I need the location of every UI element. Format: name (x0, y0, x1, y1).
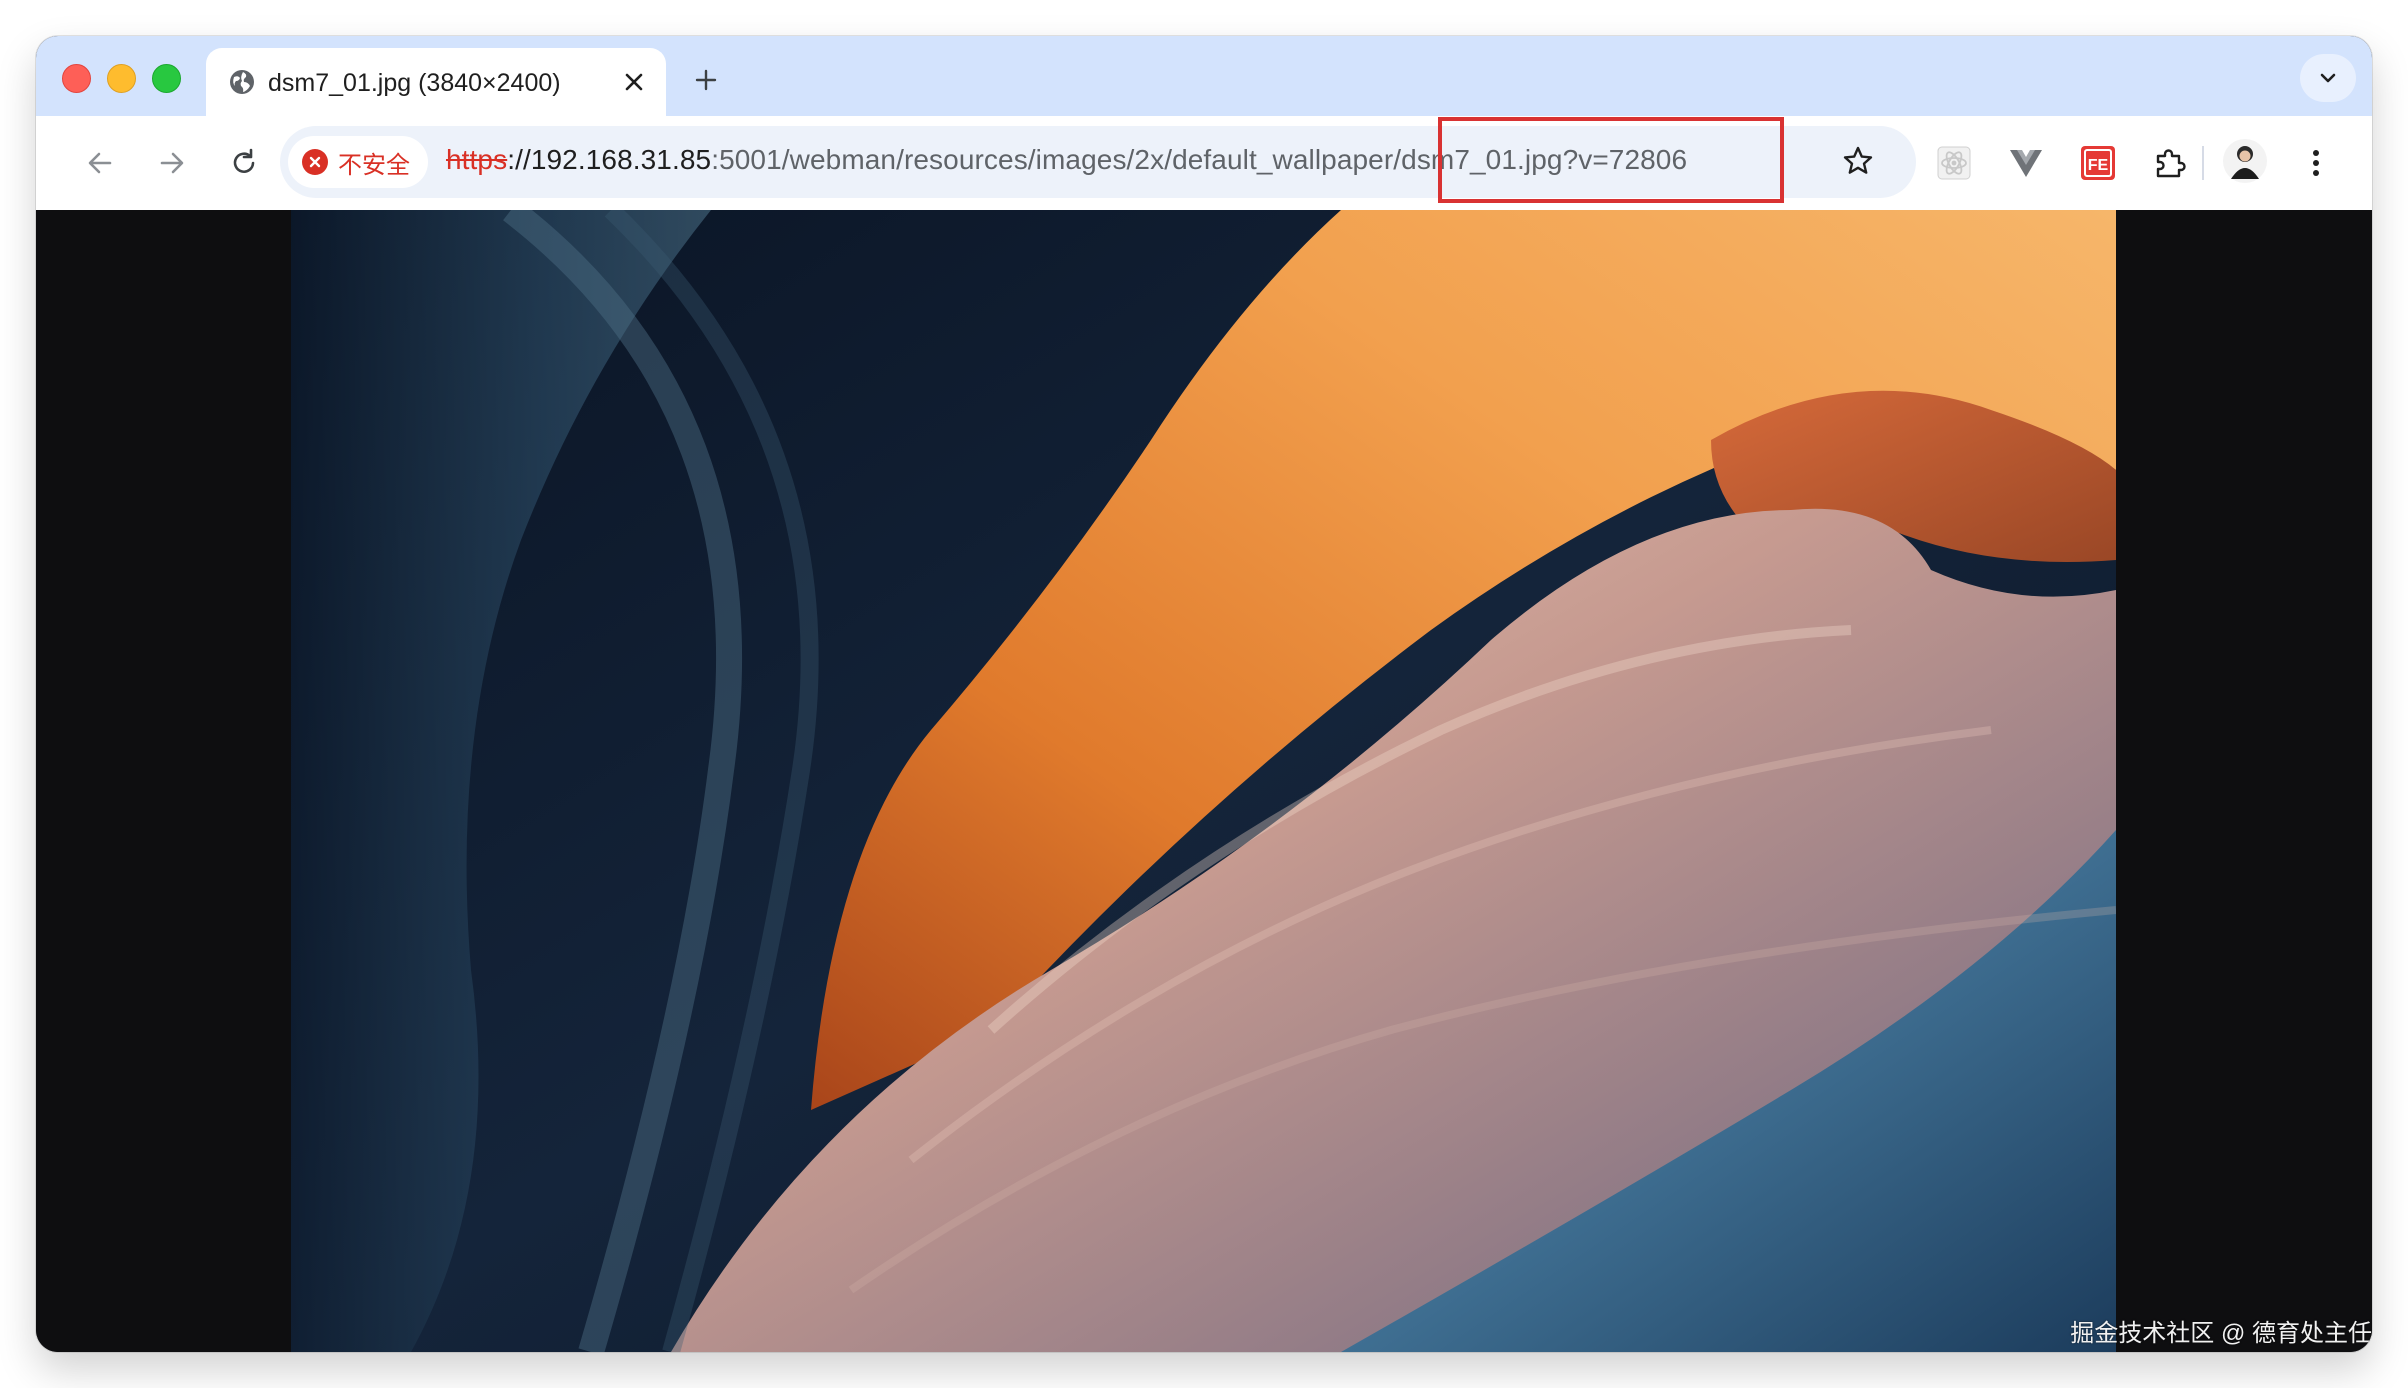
close-window-button[interactable] (62, 64, 91, 93)
extensions-puzzle-icon[interactable] (2147, 140, 2193, 186)
insecure-warning-icon (302, 149, 328, 175)
tab-active[interactable]: dsm7_01.jpg (3840×2400) (206, 48, 666, 116)
tab-strip: dsm7_01.jpg (3840×2400) (36, 36, 2372, 116)
react-devtools-icon[interactable] (1931, 140, 1977, 186)
globe-icon (228, 68, 256, 96)
browser-window: dsm7_01.jpg (3840×2400) 不安全 https://192.… (36, 36, 2372, 1352)
back-arrow-icon[interactable] (80, 143, 120, 183)
toolbar-divider (2202, 146, 2204, 180)
tab-title: dsm7_01.jpg (3840×2400) (268, 69, 561, 97)
vue-devtools-icon[interactable] (2003, 140, 2049, 186)
bookmark-star-icon[interactable] (1838, 141, 1878, 181)
more-menu-icon[interactable] (2293, 140, 2339, 186)
url-highlight-box (1438, 117, 1784, 203)
security-status-chip[interactable]: 不安全 (288, 136, 428, 188)
tab-close-icon[interactable] (616, 64, 652, 100)
fehelper-icon[interactable]: FE (2075, 140, 2121, 186)
image-viewer: 掘金技术社区 @ 德育处主任 (36, 210, 2372, 1352)
new-tab-plus-icon[interactable] (688, 62, 724, 98)
reload-icon[interactable] (224, 143, 264, 183)
wallpaper-image (291, 210, 2116, 1352)
tab-search-chevron-icon[interactable] (2300, 54, 2356, 102)
url-host: ://192.168.31.85 (507, 144, 712, 175)
security-label: 不安全 (338, 151, 410, 179)
minimize-window-button[interactable] (107, 64, 136, 93)
toolbar: 不安全 https://192.168.31.85:5001/webman/re… (36, 116, 2372, 211)
forward-arrow-icon[interactable] (152, 143, 192, 183)
zoom-window-button[interactable] (152, 64, 181, 93)
url-protocol: https (446, 144, 508, 175)
profile-avatar[interactable] (2222, 138, 2268, 184)
watermark-text: 掘金技术社区 @ 德育处主任 (2070, 1320, 2372, 1347)
fehelper-label: FE (2088, 157, 2109, 174)
